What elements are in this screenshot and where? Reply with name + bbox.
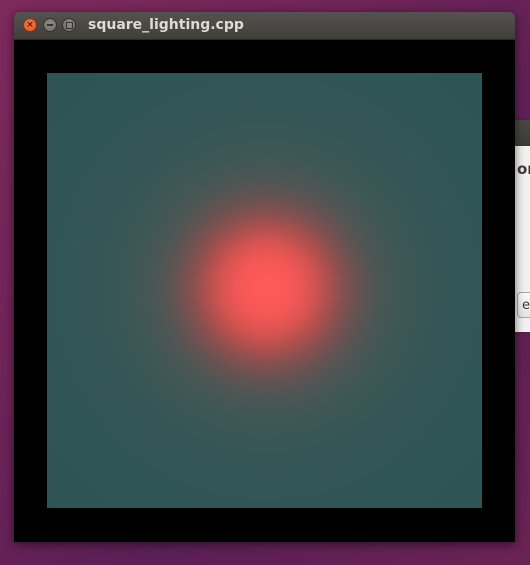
close-button[interactable]: × <box>23 18 37 32</box>
background-window-titlebar[interactable] <box>515 120 530 146</box>
minimize-icon <box>47 24 53 26</box>
window-title: square_lighting.cpp <box>88 17 244 33</box>
maximize-icon <box>65 21 73 29</box>
maximize-button[interactable] <box>62 18 76 32</box>
render-area[interactable] <box>14 40 515 542</box>
close-icon: × <box>26 19 34 30</box>
window-titlebar[interactable]: × square_lighting.cpp <box>14 12 515 40</box>
app-window: × square_lighting.cpp <box>14 12 515 542</box>
minimize-button[interactable] <box>43 18 57 32</box>
background-window-text: or. <box>517 160 530 178</box>
background-window[interactable]: or. e <box>514 120 530 332</box>
lit-square-viewport[interactable] <box>47 73 482 508</box>
background-window-button[interactable]: e <box>517 292 530 318</box>
